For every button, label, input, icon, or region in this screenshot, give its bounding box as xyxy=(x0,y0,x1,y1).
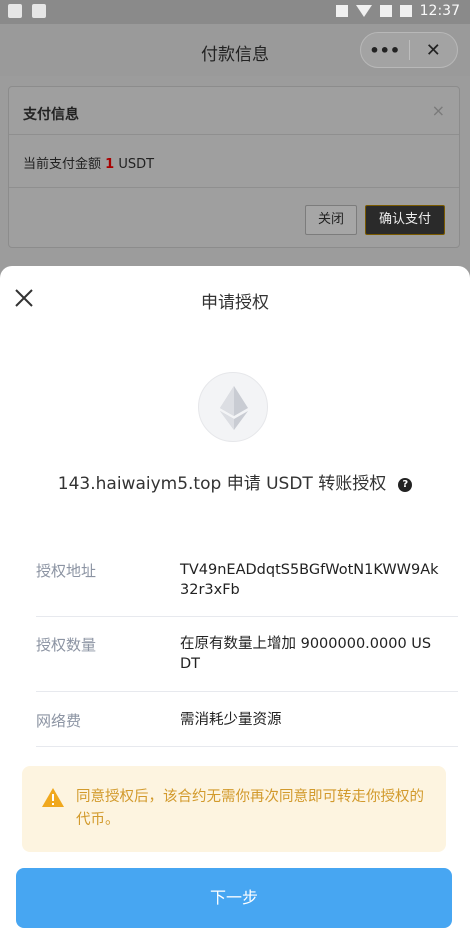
payment-dialog: 支付信息 × 当前支付金额 1 USDT 关闭 确认支付 xyxy=(8,86,460,248)
divider xyxy=(36,691,458,692)
title-bar: 付款信息 ••• ✕ xyxy=(0,24,470,76)
divider xyxy=(36,616,458,617)
help-icon[interactable]: ? xyxy=(398,478,413,492)
mini-program-capsule: ••• ✕ xyxy=(360,32,458,68)
payment-dialog-title: 支付信息 xyxy=(23,107,79,123)
amount-prefix: 当前支付金额 xyxy=(23,157,102,172)
warning-icon xyxy=(42,788,64,811)
more-button[interactable]: ••• xyxy=(361,41,409,60)
amount-value: 1 xyxy=(105,157,115,172)
close-button[interactable]: ✕ xyxy=(410,40,458,61)
authorization-amount: 在原有数量上增加 9000000.0000 USDT xyxy=(180,636,432,672)
notification-icon xyxy=(32,4,46,18)
authorization-address: TV49nEADdqtS5BGfWotN1KWW9Ak32r3xFb xyxy=(180,562,439,598)
signal-icon xyxy=(379,5,392,17)
close-dialog-button[interactable]: 关闭 xyxy=(305,205,357,235)
ethereum-icon xyxy=(198,372,268,442)
next-step-button[interactable]: 下一步 xyxy=(16,868,452,928)
authorization-sheet: 申请授权 143.haiwaiym5.top 申请 USDT 转账授权? 授权地… xyxy=(0,266,470,943)
amount-unit: USDT xyxy=(118,157,155,172)
status-time: 12:37 xyxy=(419,3,460,19)
row-label: 网络费 xyxy=(36,712,82,730)
payment-dialog-header: 支付信息 × xyxy=(9,87,459,135)
notification-icon xyxy=(8,4,22,18)
divider xyxy=(36,746,458,747)
battery-icon xyxy=(399,5,412,17)
network-fee: 需消耗少量资源 xyxy=(180,712,282,728)
system-status: 12:37 xyxy=(335,3,460,19)
key-icon xyxy=(335,5,348,17)
authorization-request: 143.haiwaiym5.top 申请 USDT 转账授权? xyxy=(0,469,470,494)
warning-text: 同意授权后，该合约无需你再次同意即可转走你授权的代币。 xyxy=(76,789,424,828)
row-label: 授权数量 xyxy=(36,636,97,654)
warning-notice: 同意授权后，该合约无需你再次同意即可转走你授权的代币。 xyxy=(22,766,446,852)
row-label: 授权地址 xyxy=(36,562,97,580)
confirm-payment-button[interactable]: 确认支付 xyxy=(365,205,445,235)
request-text: 143.haiwaiym5.top 申请 USDT 转账授权 xyxy=(57,474,387,494)
status-bar: 12:37 xyxy=(0,0,470,24)
payment-amount-line: 当前支付金额 1 USDT xyxy=(23,153,154,172)
payment-dialog-close-icon[interactable]: × xyxy=(432,101,445,120)
payment-dialog-footer: 关闭 确认支付 xyxy=(9,187,459,247)
sheet-title: 申请授权 xyxy=(201,293,269,313)
wifi-icon xyxy=(355,5,372,17)
notification-icons xyxy=(8,4,46,18)
